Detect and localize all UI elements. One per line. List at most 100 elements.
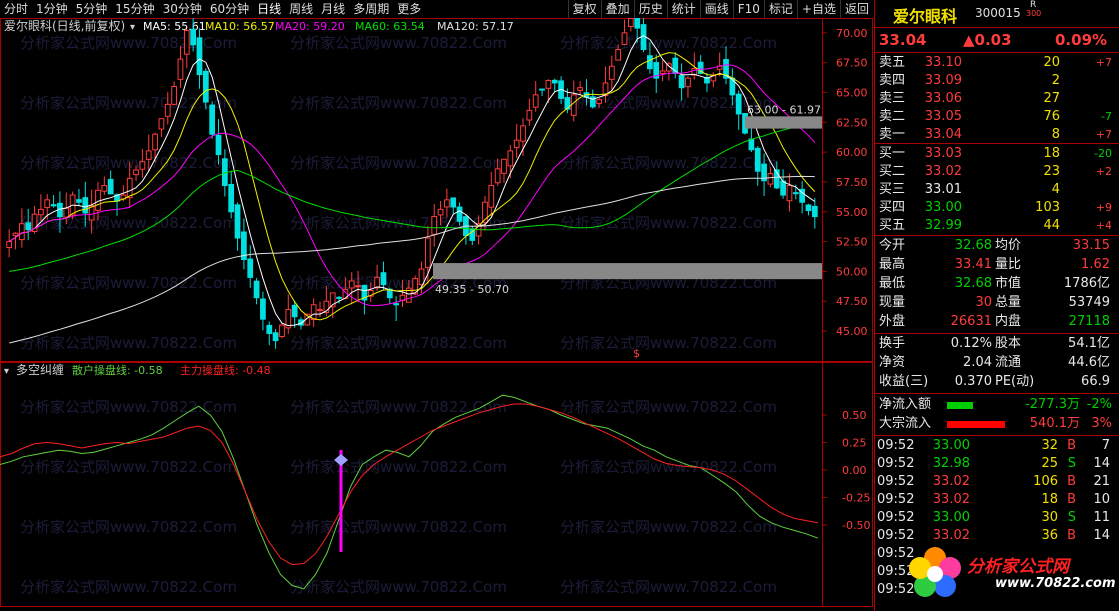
bid-change: +4 xyxy=(1095,219,1112,232)
stock-code: 300015 xyxy=(975,6,1021,20)
retail-line xyxy=(0,394,819,590)
candle-body xyxy=(50,204,57,207)
candle-body xyxy=(767,173,774,185)
badge-number: 300 xyxy=(1026,9,1042,18)
candle-body xyxy=(76,199,82,203)
bid-price: 33.03 xyxy=(924,146,962,161)
timeframe-tab-6[interactable]: 日线 xyxy=(253,0,285,18)
flow-percent: 3% xyxy=(1091,416,1112,431)
candle-body xyxy=(596,99,603,104)
price-chart[interactable]: 分析家公式网www.70822.Com 分析家公式网www.70822.Com 分析… xyxy=(0,18,873,362)
price-tick-label: 62.50 xyxy=(836,116,868,129)
ma-legend-3: MA60: 63.54 xyxy=(355,20,425,33)
flow-label: 净流入额 xyxy=(879,397,932,412)
tool-button-3[interactable]: 统计 xyxy=(666,0,700,18)
watermark: 分析家公式网www.70822.Com xyxy=(290,578,507,596)
stat-label: 现量 xyxy=(879,295,906,310)
ma-toggle-icon[interactable]: ▾ xyxy=(130,22,135,33)
candle-body xyxy=(152,133,158,151)
candle-body xyxy=(177,58,184,80)
timeframe-tab-2[interactable]: 5分钟 xyxy=(72,0,112,18)
tool-button-1[interactable]: 叠加 xyxy=(600,0,634,18)
stat-value: 32.68 xyxy=(954,276,992,291)
watermark: 分析家公式网www.70822.Com xyxy=(560,398,777,416)
tick-volume: 18 xyxy=(1041,492,1058,507)
tool-button-5[interactable]: F10 xyxy=(732,0,764,18)
timeframe-tab-4[interactable]: 30分钟 xyxy=(159,0,206,18)
ask-volume: 27 xyxy=(1043,91,1060,106)
tool-button-4[interactable]: 画线 xyxy=(699,0,733,18)
candle-body xyxy=(272,332,279,342)
ask-volume: 2 xyxy=(1051,73,1060,88)
indicator-tick-label: 0.50 xyxy=(842,409,867,422)
candle-body xyxy=(260,298,266,320)
tool-button-2[interactable]: 历史 xyxy=(633,0,667,18)
candle-body xyxy=(82,197,89,214)
timeframe-tab-10[interactable]: 更多 xyxy=(393,0,425,18)
bid-volume: 18 xyxy=(1043,146,1060,161)
candle-body xyxy=(659,70,666,74)
candle-body xyxy=(247,258,254,278)
bid-price: 33.00 xyxy=(924,200,962,215)
watermark: 分析家公式网www.70822.Com xyxy=(560,334,777,352)
ask-row: 卖三 33.06 27 xyxy=(875,90,1119,108)
candle-body xyxy=(754,147,761,172)
price-tick-label: 60.00 xyxy=(836,146,868,159)
tool-button-8[interactable]: 返回 xyxy=(839,0,873,18)
tool-button-6[interactable]: 标记 xyxy=(763,0,797,18)
price-tick-label: 67.50 xyxy=(836,57,868,70)
watermark: 分析家公式网www.70822.Com xyxy=(20,154,237,172)
candle-body xyxy=(526,109,533,121)
ask-change: +7 xyxy=(1095,56,1112,69)
tick-price: 33.00 xyxy=(932,510,970,525)
timeframe-tab-7[interactable]: 周线 xyxy=(285,0,317,18)
flow-bar xyxy=(947,402,973,409)
bid-label: 买四 xyxy=(879,200,906,215)
tool-button-7[interactable]: +自选 xyxy=(796,0,840,18)
stat-label: 均价 xyxy=(995,238,1022,253)
tool-button-0[interactable]: 复权 xyxy=(567,0,601,18)
candle-body xyxy=(450,197,457,208)
tick-time: 09:52 xyxy=(877,474,915,489)
timeframe-tab-0[interactable]: 分时 xyxy=(0,0,32,18)
main-line xyxy=(0,403,819,566)
bid-volume: 44 xyxy=(1043,218,1060,233)
candle-body xyxy=(685,77,691,88)
timeframe-tab-9[interactable]: 多周期 xyxy=(349,0,393,18)
watermark: 分析家公式网www.70822.Com xyxy=(290,398,507,416)
fund-label: 股本 xyxy=(995,336,1022,351)
price-tick-label: 65.00 xyxy=(836,86,868,99)
fund-label: PE(动) xyxy=(995,374,1035,389)
bid-row: 买三 33.01 4 xyxy=(875,181,1119,199)
timeframe-tab-3[interactable]: 15分钟 xyxy=(111,0,158,18)
watermark: 分析家公式网www.70822.Com xyxy=(20,274,237,292)
ask-price: 33.06 xyxy=(924,91,962,106)
watermark: 分析家公式网www.70822.Com xyxy=(20,214,237,232)
indicator-title: 多空纠缠 xyxy=(16,362,64,377)
bid-price: 32.99 xyxy=(924,218,962,233)
flow-bar xyxy=(947,421,1005,428)
stat-value: 1.62 xyxy=(1081,257,1110,272)
tick-price: 33.02 xyxy=(932,492,970,507)
tick-time: 09:52 xyxy=(877,456,915,471)
fund-label: 收益(三) xyxy=(879,374,929,389)
indicator-tick-label: -0.50 xyxy=(842,519,870,532)
candle-body xyxy=(539,88,545,91)
stat-value: 26631 xyxy=(950,314,992,329)
ask-change: -7 xyxy=(1101,110,1112,123)
ask-label: 卖一 xyxy=(879,127,906,142)
timeframe-tab-1[interactable]: 1分钟 xyxy=(32,0,72,18)
flow-row: 大宗流入 540.1万 3% xyxy=(875,415,1119,433)
indicator-tick-label: 0.00 xyxy=(842,464,867,477)
stat-row: 现量 30 总量 53749 xyxy=(875,294,1119,312)
bid-label: 买五 xyxy=(879,218,906,233)
tick-count: 7 xyxy=(1101,438,1110,453)
candle-body xyxy=(570,94,577,116)
watermark: 分析家公式网www.70822.Com xyxy=(20,334,237,352)
tick-row: 09:52 33.00 32 B 7 xyxy=(875,437,1119,455)
candle-body xyxy=(317,309,323,312)
indicator-chart[interactable]: 分析家公式网www.70822.Com 分析家公式网www.70822.Com 分析… xyxy=(0,362,873,607)
indicator-menu-icon[interactable]: ▾ xyxy=(4,366,9,377)
timeframe-tab-5[interactable]: 60分钟 xyxy=(206,0,253,18)
timeframe-tab-8[interactable]: 月线 xyxy=(317,0,349,18)
